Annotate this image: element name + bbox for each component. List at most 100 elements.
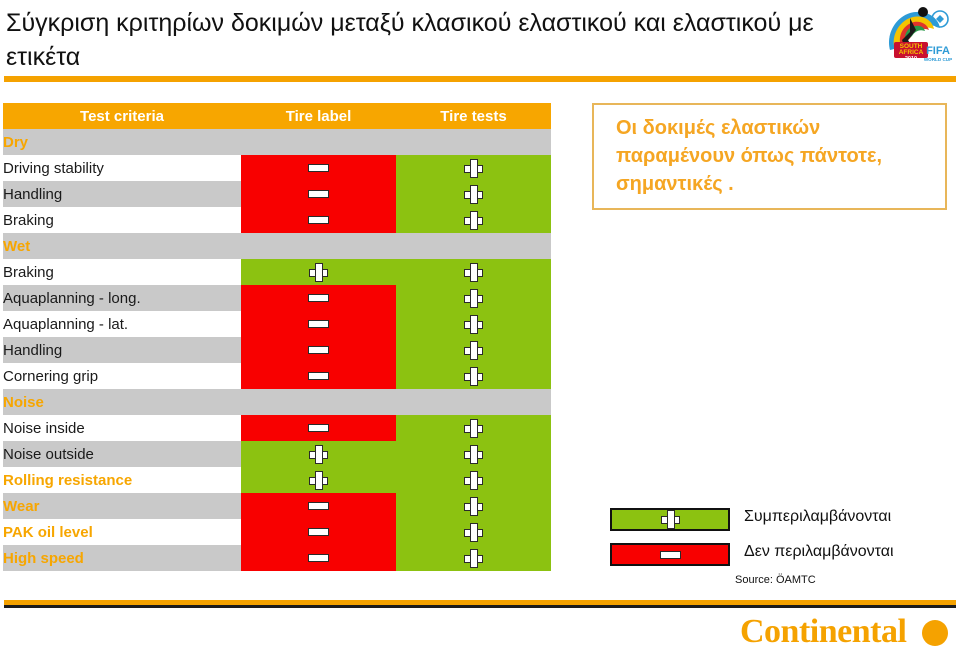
column-header-tire-label: Tire label	[241, 103, 396, 129]
tire-label-mark	[241, 155, 396, 181]
tire-tests-mark	[396, 285, 551, 311]
criteria-label: Driving stability	[3, 155, 241, 181]
tire-label-mark	[241, 467, 396, 493]
callout-text: Οι δοκιμές ελαστικών παραμένουν όπως πάν…	[616, 117, 883, 195]
table-row: Driving stability	[3, 155, 551, 181]
tire-label-mark	[241, 259, 396, 285]
plus-icon	[464, 184, 483, 204]
table-row: Wear	[3, 493, 551, 519]
test-criteria-table: Test criteria Tire label Tire tests Dry D…	[3, 103, 551, 571]
tire-label-mark	[241, 493, 396, 519]
legend-item-included: Συμπεριλαμβάνονται	[610, 508, 955, 537]
tire-label-mark	[241, 181, 396, 207]
table-row: Rolling resistance	[3, 467, 551, 493]
criteria-label: Rolling resistance	[3, 467, 241, 493]
minus-icon	[308, 553, 329, 562]
legend-swatch-positive	[610, 508, 730, 531]
plus-icon	[464, 470, 483, 490]
plus-icon	[464, 288, 483, 308]
svg-text:2010: 2010	[905, 56, 917, 62]
tire-label-mark	[241, 363, 396, 389]
table-row: Aquaplanning - long.	[3, 285, 551, 311]
criteria-label: High speed	[3, 545, 241, 571]
section-label: Noise	[3, 389, 241, 415]
criteria-label: Cornering grip	[3, 363, 241, 389]
plus-icon	[464, 262, 483, 282]
tire-label-mark	[241, 441, 396, 467]
tire-label-mark	[241, 545, 396, 571]
legend-item-excluded: Δεν περιλαμβάνονται	[610, 543, 955, 572]
legend-source-text: Source: ÖAMTC	[735, 574, 816, 586]
plus-icon	[464, 366, 483, 386]
minus-icon	[308, 527, 329, 536]
criteria-label: Braking	[3, 207, 241, 233]
criteria-label: Handling	[3, 337, 241, 363]
plus-icon	[464, 522, 483, 542]
table-row: High speed	[3, 545, 551, 571]
criteria-label: Aquaplanning - long.	[3, 285, 241, 311]
tire-label-mark	[241, 519, 396, 545]
legend-label-included: Συμπεριλαμβάνονται	[744, 508, 892, 525]
plus-icon	[309, 444, 328, 464]
minus-icon	[308, 345, 329, 354]
tire-tests-mark	[396, 311, 551, 337]
minus-icon	[308, 215, 329, 224]
continental-logo: Continental	[740, 614, 955, 652]
tire-tests-mark	[396, 415, 551, 441]
section-label: Wet	[3, 233, 241, 259]
plus-icon	[464, 548, 483, 568]
svg-text:AFRICA: AFRICA	[899, 49, 924, 56]
minus-icon	[308, 371, 329, 380]
table-body: Dry Driving stability Handling Braking Wet Br…	[3, 129, 551, 571]
table-header-row: Test criteria Tire label Tire tests	[3, 103, 551, 129]
plus-icon	[464, 418, 483, 438]
column-header-test-criteria: Test criteria	[3, 103, 241, 129]
section-blank-cell	[396, 389, 551, 415]
minus-icon	[308, 319, 329, 328]
section-blank-cell	[241, 233, 396, 259]
criteria-label: Braking	[3, 259, 241, 285]
criteria-label: Noise outside	[3, 441, 241, 467]
tire-tests-mark	[396, 441, 551, 467]
plus-icon	[660, 510, 680, 530]
tire-label-mark	[241, 415, 396, 441]
section-blank-cell	[396, 233, 551, 259]
continental-wordmark: Continental	[740, 613, 907, 650]
criteria-label: PAK oil level	[3, 519, 241, 545]
section-label: Dry	[3, 129, 241, 155]
table-section-row: Dry	[3, 129, 551, 155]
table-section-row: Noise	[3, 389, 551, 415]
tire-tests-mark	[396, 493, 551, 519]
column-header-tire-tests: Tire tests	[396, 103, 551, 129]
table-row: PAK oil level	[3, 519, 551, 545]
section-blank-cell	[241, 129, 396, 155]
minus-icon	[308, 293, 329, 302]
footer-divider-bar-dark	[4, 605, 956, 608]
table-row: Handling	[3, 337, 551, 363]
tire-tests-mark	[396, 259, 551, 285]
legend-label-excluded: Δεν περιλαμβάνονται	[744, 543, 894, 560]
plus-icon	[464, 496, 483, 516]
tire-label-mark	[241, 311, 396, 337]
table-row: Aquaplanning - lat.	[3, 311, 551, 337]
svg-text:FIFA: FIFA	[926, 45, 950, 57]
header-divider-bar	[4, 76, 956, 82]
plus-icon	[464, 444, 483, 464]
table-row: Braking	[3, 207, 551, 233]
minus-icon	[308, 501, 329, 510]
plus-icon	[464, 314, 483, 334]
minus-icon	[308, 163, 329, 172]
tire-label-mark	[241, 337, 396, 363]
fifa-world-cup-logo: SOUTH AFRICA 2010 FIFA WORLD CUP	[880, 2, 952, 72]
minus-icon	[659, 550, 681, 559]
plus-icon	[309, 470, 328, 490]
tire-label-mark	[241, 207, 396, 233]
table-section-row: Wet	[3, 233, 551, 259]
plus-icon	[309, 262, 328, 282]
table-row: Cornering grip	[3, 363, 551, 389]
table-row: Noise inside	[3, 415, 551, 441]
table-row: Braking	[3, 259, 551, 285]
plus-icon	[464, 340, 483, 360]
legend-swatch-negative	[610, 543, 730, 566]
minus-icon	[308, 189, 329, 198]
